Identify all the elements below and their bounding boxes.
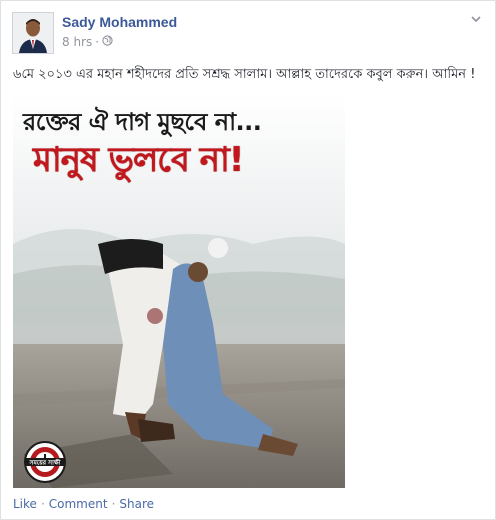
like-button[interactable]: Like xyxy=(13,497,37,511)
avatar-photo xyxy=(13,13,53,53)
post-card: Sady Mohammed 8 hrs · ৬মে ২০১৩ এর মহান শ… xyxy=(0,0,496,520)
author-name[interactable]: Sady Mohammed xyxy=(62,14,177,30)
svg-text:সময়ের সাক্ষী: সময়ের সাক্ষী xyxy=(29,458,61,467)
chevron-down-icon[interactable] xyxy=(469,11,483,25)
post-photo[interactable]: রক্তের ঐ দাগ মুছবে না... মানুষ ভুলবে না!… xyxy=(13,94,345,488)
actions-separator: · xyxy=(40,497,45,511)
post-meta: 8 hrs · xyxy=(62,35,113,49)
post-actions: Like · Comment · Share xyxy=(13,497,154,511)
globe-icon[interactable] xyxy=(102,35,113,49)
comment-button[interactable]: Comment xyxy=(49,497,108,511)
avatar[interactable] xyxy=(12,12,54,54)
photo-headline-main: মানুষ ভুলবে না! xyxy=(33,140,244,180)
post-text: ৬মে ২০১৩ এর মহান শহীদদের প্রতি সশ্রদ্ধ স… xyxy=(13,67,476,82)
watermark-logo: সময়ের সাক্ষী xyxy=(23,440,67,484)
actions-separator: · xyxy=(111,497,116,511)
share-button[interactable]: Share xyxy=(119,497,154,511)
timestamp[interactable]: 8 hrs xyxy=(62,35,92,49)
meta-separator: · xyxy=(95,35,100,49)
